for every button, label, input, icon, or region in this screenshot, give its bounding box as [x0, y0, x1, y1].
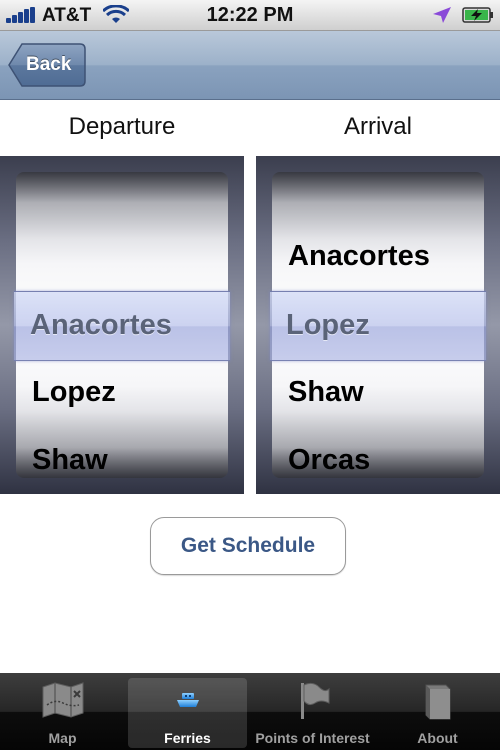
tab-bar: Map Ferries Points of Interest About	[0, 673, 500, 750]
tab-map-label: Map	[48, 730, 77, 746]
book-icon	[425, 684, 450, 720]
departure-selection-band: Anacortes	[14, 291, 230, 361]
tab-about-label: About	[417, 730, 458, 746]
status-bar: AT&T 12:22 PM	[0, 0, 500, 31]
arrival-option-shaw[interactable]: Shaw	[288, 358, 364, 426]
back-button[interactable]: Back	[8, 43, 86, 87]
tab-map[interactable]: Map	[0, 673, 125, 750]
status-time: 12:22 PM	[206, 4, 294, 26]
arrival-option-orcas[interactable]: Orcas	[288, 426, 370, 478]
battery-charging-icon	[462, 7, 493, 23]
arrival-option-anacortes[interactable]: Anacortes	[288, 222, 430, 290]
departure-selected-value[interactable]: Anacortes	[30, 291, 172, 359]
ferry-icon	[176, 693, 199, 707]
map-icon	[42, 682, 83, 718]
tab-points-of-interest[interactable]: Points of Interest	[250, 673, 375, 750]
flag-icon	[300, 682, 329, 719]
arrival-header: Arrival	[343, 113, 412, 140]
location-arrow-icon	[433, 7, 451, 23]
arrival-selected-value[interactable]: Lopez	[286, 291, 370, 359]
departure-header: Departure	[68, 113, 176, 140]
tab-points-of-interest-label: Points of Interest	[255, 730, 370, 746]
tab-ferries[interactable]: Ferries	[125, 673, 250, 750]
navigation-bar: Back	[0, 31, 500, 100]
tab-ferries-label: Ferries	[164, 730, 211, 746]
tab-about[interactable]: About	[375, 673, 500, 750]
departure-option-shaw[interactable]: Shaw	[32, 426, 108, 478]
arrival-selection-band: Lopez	[270, 291, 486, 361]
departure-option-lopez[interactable]: Lopez	[32, 358, 116, 426]
back-button-label: Back	[26, 54, 72, 75]
get-schedule-button[interactable]: Get Schedule	[150, 517, 346, 575]
arrival-picker[interactable]: Anacortes Shaw Orcas Lopez	[256, 156, 500, 494]
departure-picker[interactable]: Lopez Shaw Anacortes	[0, 156, 244, 494]
